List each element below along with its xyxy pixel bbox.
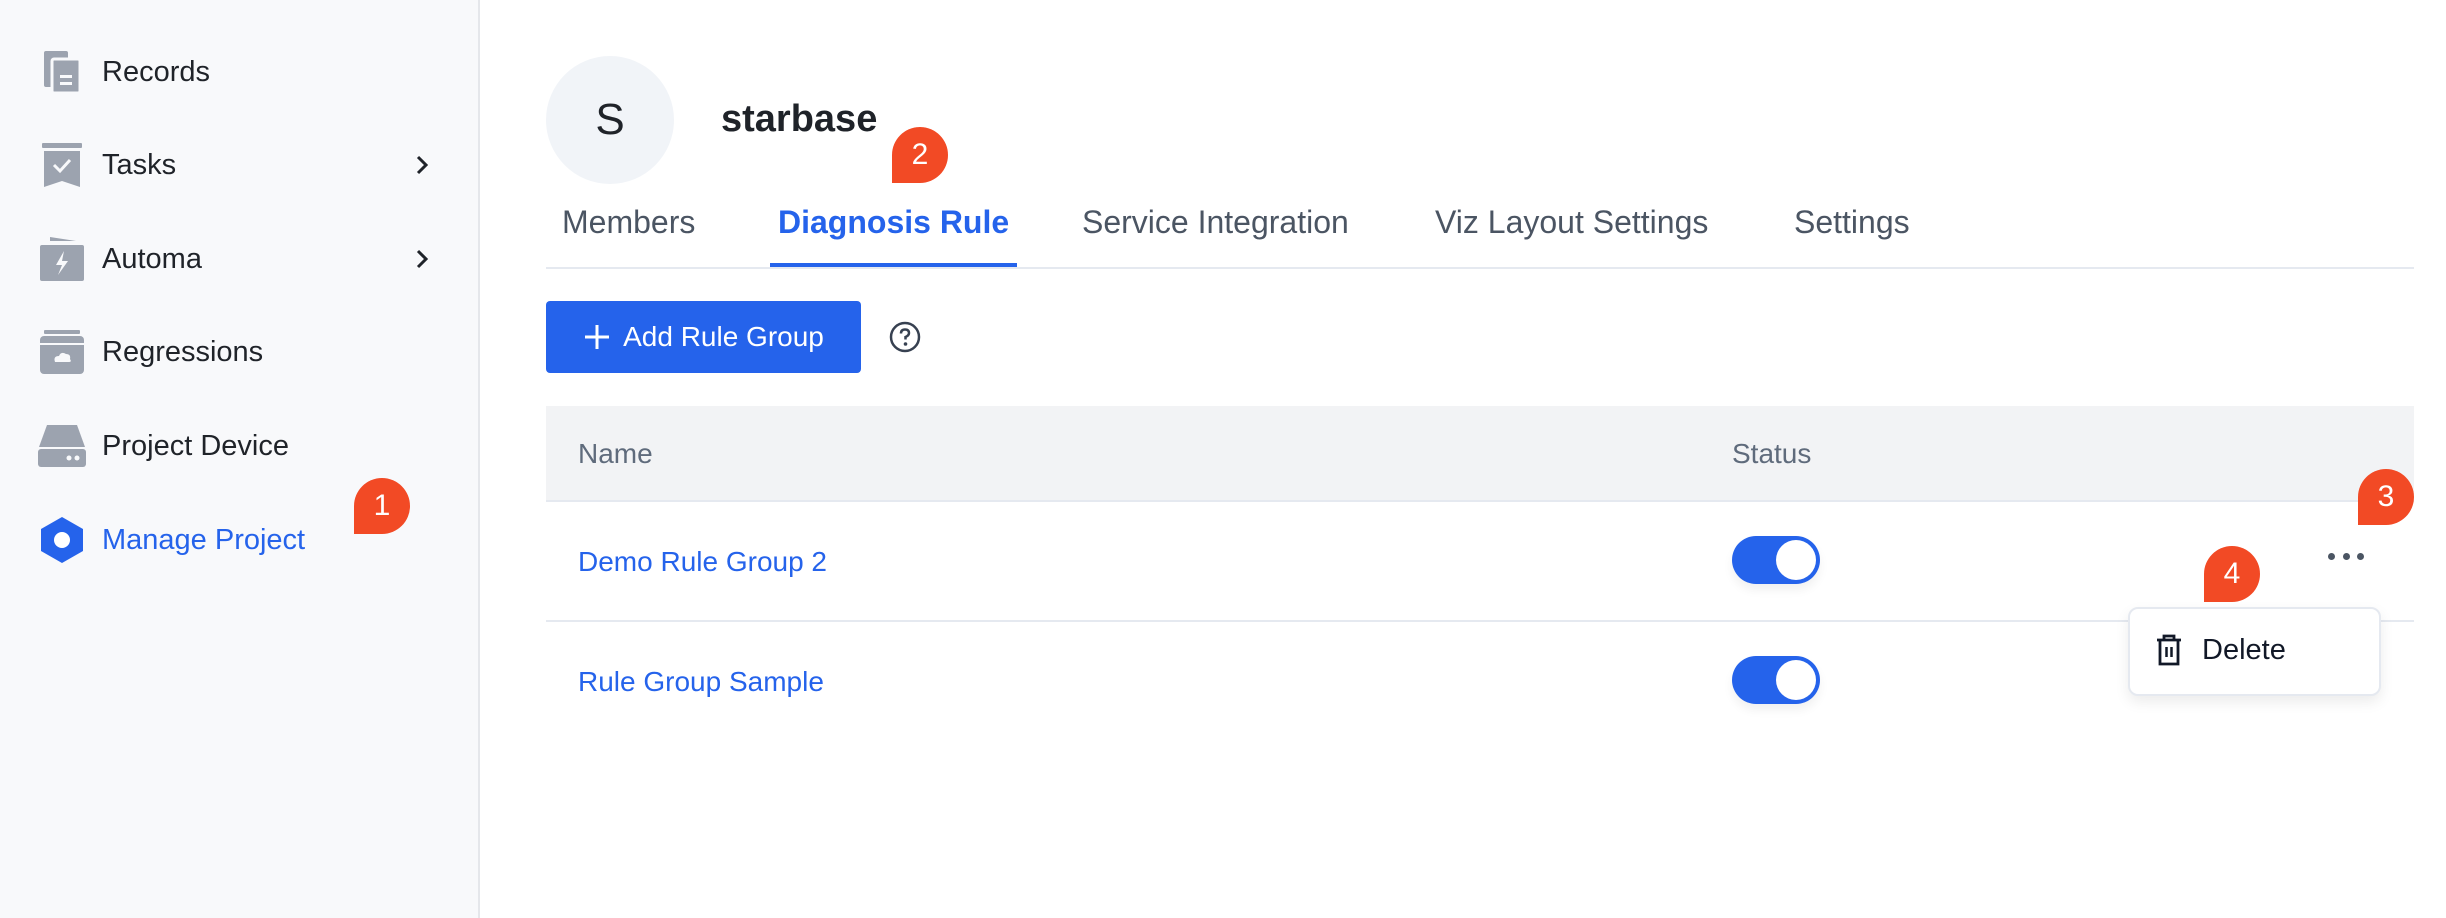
records-icon	[36, 46, 88, 98]
more-actions-button[interactable]	[2328, 542, 2364, 570]
status-toggle[interactable]	[1732, 536, 1820, 584]
add-rule-group-label: Add Rule Group	[623, 321, 824, 352]
plus-icon	[585, 325, 610, 349]
sidebar-item-regressions[interactable]: Regressions	[36, 320, 436, 384]
ellipsis-icon	[2357, 552, 2364, 560]
status-toggle[interactable]	[1732, 656, 1820, 704]
tasks-icon	[36, 139, 88, 191]
toggle-knob	[1776, 660, 1816, 700]
step-marker: 3	[2358, 469, 2414, 525]
regressions-icon	[36, 326, 88, 378]
ellipsis-icon	[2342, 552, 2350, 560]
tab-diagnosis-rule[interactable]: Diagnosis Rule	[770, 204, 1018, 267]
tab-service-integration[interactable]: Service Integration	[1082, 204, 1349, 267]
project-avatar: S	[546, 56, 674, 184]
tab-members[interactable]: Members	[562, 204, 695, 267]
project-name: starbase	[721, 98, 878, 140]
sidebar-item-label: Automa	[102, 242, 202, 275]
tab-bar: Members Diagnosis Rule Service Integrati…	[546, 200, 2414, 269]
column-header-name: Name	[578, 438, 653, 469]
step-marker: 2	[892, 127, 948, 183]
table-row: Demo Rule Group 2	[546, 502, 2414, 622]
ellipsis-icon	[2328, 552, 2335, 560]
column-header-status: Status	[1732, 438, 1812, 469]
sidebar-item-label: Records	[102, 55, 210, 88]
chevron-right-icon	[416, 249, 429, 269]
rule-group-link[interactable]: Rule Group Sample	[578, 666, 824, 698]
step-marker: 4	[2204, 546, 2260, 602]
table-header: Name Status	[546, 406, 2414, 502]
menu-item-delete[interactable]: Delete	[2154, 633, 2286, 667]
toggle-knob	[1776, 540, 1816, 580]
sidebar-item-records[interactable]: Records	[36, 40, 436, 104]
sidebar-item-label: Project Device	[102, 429, 289, 462]
sidebar-item-project-device[interactable]: Project Device	[36, 414, 436, 478]
row-action-menu: Delete	[2128, 607, 2381, 696]
step-marker: 1	[354, 478, 410, 534]
question-circle-icon[interactable]	[889, 321, 921, 353]
tab-viz-layout-settings[interactable]: Viz Layout Settings	[1435, 204, 1708, 267]
sidebar-item-label: Regressions	[102, 335, 264, 368]
menu-item-label: Delete	[2202, 633, 2286, 666]
sidebar-item-automa[interactable]: Automa	[36, 227, 436, 291]
sidebar-item-label: Manage Project	[102, 523, 306, 556]
rule-group-link[interactable]: Demo Rule Group 2	[578, 546, 827, 578]
automa-icon	[36, 233, 88, 285]
trash-icon	[2157, 634, 2181, 666]
add-rule-group-button[interactable]: Add Rule Group	[546, 301, 861, 373]
chevron-right-icon	[416, 155, 429, 175]
sidebar-item-tasks[interactable]: Tasks	[36, 133, 436, 197]
device-icon	[36, 420, 88, 472]
manage-project-icon	[36, 514, 88, 566]
sidebar: Records Tasks Automa Regressions Project…	[0, 0, 480, 918]
sidebar-item-label: Tasks	[102, 148, 177, 181]
tab-settings[interactable]: Settings	[1794, 204, 1910, 267]
